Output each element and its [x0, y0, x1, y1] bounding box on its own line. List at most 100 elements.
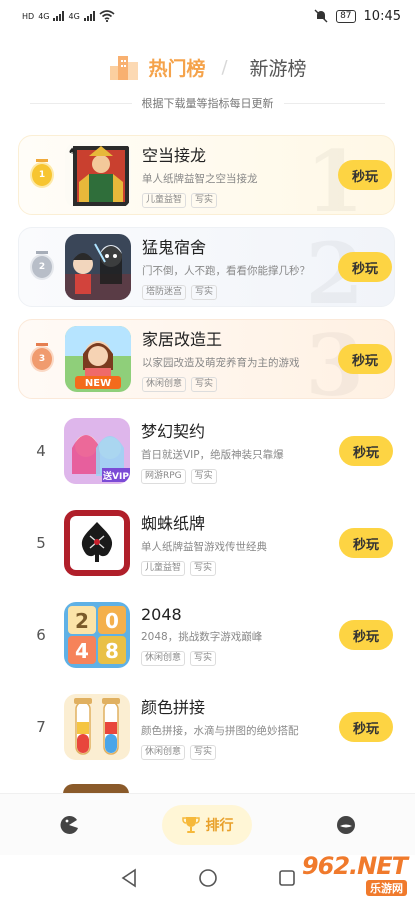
tab-hot-label: 热门榜 [148, 57, 206, 80]
rank-number: 7 [36, 718, 46, 736]
pacman-icon [60, 815, 79, 834]
list-item[interactable]: 2 2 猛鬼宿舍 门不倒，人不跑，看看你能撑几秒？ 塔防迷宫 [18, 224, 395, 323]
game-desc: 颜色拼接，水滴与拼图的绝妙搭配 [141, 725, 299, 737]
list-item[interactable]: 7 颜色拼接 颜色拼接，水滴与拼图的绝妙搭配 休闲创意 写实 秒玩 [18, 687, 395, 767]
play-button[interactable]: 秒玩 [338, 252, 392, 282]
network-label-2: 4G [68, 11, 80, 21]
list-item[interactable]: 4 送VIP 梦幻契约 首日就送VIP，绝版神装只靠爆 网游RPG 写实 秒玩 [18, 411, 395, 491]
tag: 网游RPG [141, 469, 186, 484]
site-watermark: 962.NET 乐游网 [302, 852, 408, 896]
list-item[interactable]: 6 2 0 4 8 2048 2048，挑战数字游戏巅峰 休闲创意 写实 秒玩 [18, 595, 395, 675]
app-icon-dream-contract[interactable]: 送VIP [64, 418, 130, 484]
tag: 写实 [191, 285, 218, 300]
tab-new[interactable]: 新游榜 [250, 54, 307, 81]
app-icon-color-sort[interactable] [64, 694, 130, 760]
tag: 写实 [190, 561, 217, 576]
tag: 写实 [190, 469, 217, 484]
list-item[interactable]: 5 蜘蛛纸牌 单人纸牌益智游戏传世经典 儿童益智 写实 秒玩 [18, 503, 395, 583]
tag: 写实 [191, 193, 218, 208]
wifi-icon [99, 10, 115, 22]
app-icon-2048[interactable]: 2 0 4 8 [64, 602, 130, 668]
nav-rank[interactable]: 排行 [162, 804, 253, 845]
back-icon[interactable] [120, 868, 138, 888]
tag: 写实 [190, 745, 217, 760]
play-button[interactable]: 秒玩 [338, 344, 392, 374]
svg-text:♠: ♠ [68, 147, 76, 157]
tag: 写实 [191, 377, 218, 392]
rank-cell: 1 [19, 159, 65, 186]
tag-list: 休闲创意 写实 [141, 745, 339, 760]
tag-list: 休闲创意 写实 [142, 377, 338, 392]
update-note: 根据下载量等指标每日更新 [141, 97, 274, 110]
tag: 儿童益智 [142, 193, 187, 208]
game-desc: 门不倒，人不跑，看看你能撑几秒？ [142, 265, 310, 277]
tab-separator: / [221, 56, 228, 78]
game-info: 2048 2048，挑战数字游戏巅峰 休闲创意 写实 [141, 605, 339, 666]
tag-list: 儿童益智 写实 [142, 193, 338, 208]
app-icon-ghost-dorm[interactable] [65, 234, 131, 300]
game-name: 猛鬼宿舍 [142, 238, 207, 257]
rank-cell: 2 [19, 251, 65, 278]
game-desc: 首日就送VIP，绝版神装只靠爆 [141, 449, 284, 461]
game-info: 家居改造王 以家园改造及萌宠养育为主的游戏 休闲创意 写实 [142, 326, 338, 392]
game-name: 家居改造王 [142, 330, 223, 349]
app-icon-spider-solitaire[interactable] [64, 510, 130, 576]
game-info: 蜘蛛纸牌 单人纸牌益智游戏传世经典 儿童益智 写实 [141, 510, 339, 576]
divider [283, 102, 385, 104]
nav-profile[interactable] [301, 805, 391, 845]
status-bar: HD 4G 4G 87 10:45 [0, 0, 415, 32]
tab-hot[interactable]: 热门榜 [108, 52, 205, 82]
game-name: 空当接龙 [142, 146, 207, 165]
play-button[interactable]: 秒玩 [339, 528, 393, 558]
tile-digit: 0 [105, 609, 119, 633]
signal-icon-2 [83, 11, 95, 21]
bottom-nav: 排行 [0, 793, 415, 855]
game-desc: 单人纸牌益智游戏传世经典 [141, 541, 267, 553]
divider [30, 102, 132, 104]
profile-face-icon [336, 815, 355, 834]
tag: 休闲创意 [141, 650, 186, 666]
status-left: HD 4G 4G [22, 10, 115, 22]
game-info: 颜色拼接 颜色拼接，水滴与拼图的绝妙搭配 休闲创意 写实 [141, 694, 339, 760]
vip-badge: 送VIP [102, 470, 129, 482]
game-name: 颜色拼接 [141, 698, 206, 717]
play-button[interactable]: 秒玩 [339, 712, 393, 742]
list-item[interactable]: 3 3 NEW 家居改造王 以家园改造及萌宠养育为主的游戏 休闲创意 写实 [18, 316, 395, 415]
app-icon-freecell[interactable]: ♠ [65, 142, 131, 208]
watermark-name: 乐游网 [366, 880, 407, 896]
home-icon[interactable] [198, 868, 218, 888]
hd-label: HD [22, 11, 35, 21]
game-desc: 2048，挑战数字游戏巅峰 [141, 630, 263, 643]
tile-digit: 2 [75, 609, 89, 633]
signal-icon [53, 11, 65, 21]
play-button[interactable]: 秒玩 [338, 160, 392, 190]
trophy-icon [182, 816, 201, 833]
tag: 休闲创意 [141, 745, 186, 760]
clock: 10:45 [363, 8, 401, 24]
play-button[interactable]: 秒玩 [339, 620, 393, 650]
subtitle-row: 根据下载量等指标每日更新 [30, 93, 385, 113]
gold-medal-icon: 1 [32, 159, 52, 186]
game-desc: 单人纸牌益智之空当接龙 [142, 173, 258, 185]
game-name: 2048 [141, 604, 182, 624]
battery-icon: 87 [336, 9, 356, 23]
recents-icon[interactable] [278, 869, 296, 887]
status-right: 87 10:45 [314, 9, 401, 24]
game-desc: 以家园改造及萌宠养育为主的游戏 [142, 357, 300, 369]
nav-games[interactable] [24, 805, 114, 845]
game-name: 梦幻契约 [141, 422, 206, 441]
bronze-medal-icon: 3 [32, 343, 52, 370]
tile-digit: 4 [75, 639, 89, 663]
tag-list: 儿童益智 写实 [141, 561, 339, 576]
new-badge: NEW [85, 378, 111, 389]
app-icon-home-makeover[interactable]: NEW [65, 326, 131, 392]
tag: 塔防迷宫 [142, 285, 187, 300]
play-button[interactable]: 秒玩 [339, 436, 393, 466]
game-info: 梦幻契约 首日就送VIP，绝版神装只靠爆 网游RPG 写实 [141, 418, 339, 484]
rank-number: 6 [36, 626, 46, 644]
silver-medal-icon: 2 [32, 251, 52, 278]
tag-list: 休闲创意 写实 [141, 650, 339, 666]
rank-number: 5 [36, 534, 46, 552]
ranking-tabs: 热门榜 / 新游榜 [0, 44, 415, 90]
list-item[interactable]: 1 1 ♠ 空当接龙 单人纸牌益智之空当接龙 儿童益智 写实 [18, 132, 395, 231]
